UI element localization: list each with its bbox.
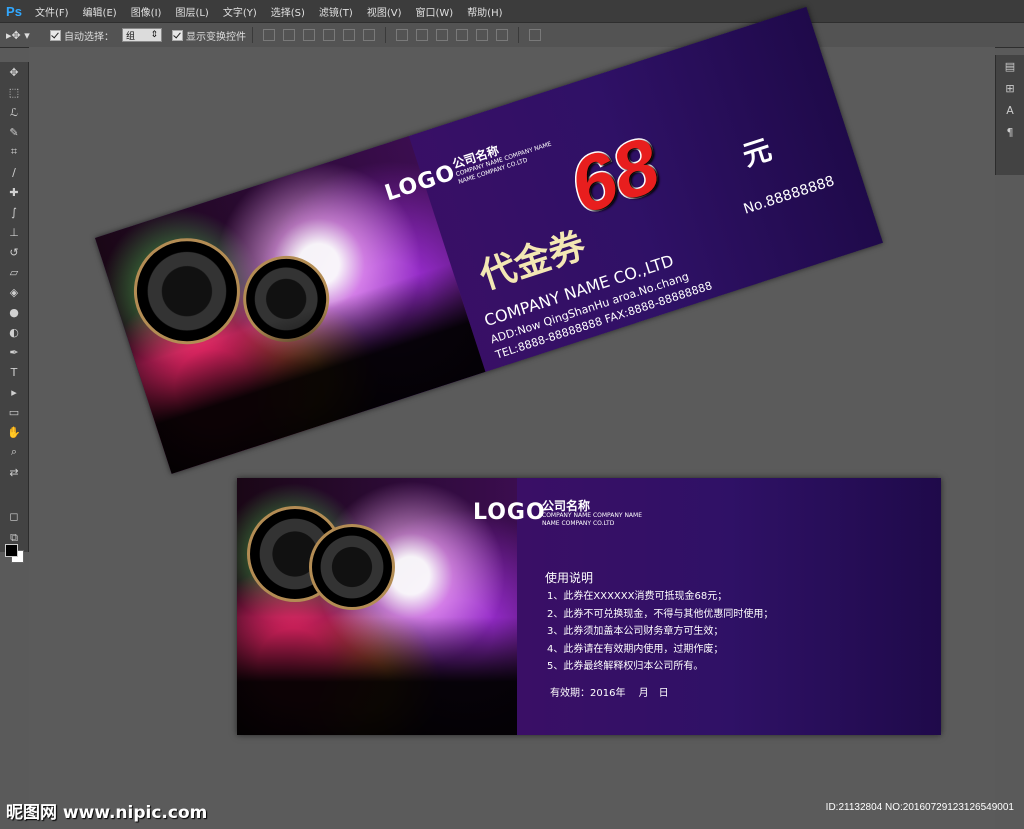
usage-item: 3、此券须加盖本公司财务章方可生效；: [547, 626, 724, 637]
distribute-bottom-icon[interactable]: [436, 29, 448, 41]
chevron-down-icon: ⇕: [150, 30, 158, 40]
pen-tool-icon[interactable]: ✒: [0, 342, 28, 362]
distribute-right-icon[interactable]: [496, 29, 508, 41]
crop-tool-icon[interactable]: ⌗: [0, 142, 28, 162]
menu-window[interactable]: 窗口(W): [415, 4, 453, 19]
company-name-sub-1: COMPANY NAME COMPANY NAME: [542, 512, 643, 519]
blur-tool-icon[interactable]: ●: [0, 302, 28, 322]
path-selection-tool-icon[interactable]: ▸: [0, 382, 28, 402]
marquee-tool-icon[interactable]: ⬚: [0, 82, 28, 102]
usage-item: 1、此券在XXXXXX消费可抵现金68元；: [547, 591, 728, 602]
screen-mode-icon[interactable]: ⧉: [0, 528, 28, 548]
rectangle-tool-icon[interactable]: ▭: [0, 402, 28, 422]
align-right-icon[interactable]: [363, 29, 375, 41]
quick-select-tool-icon[interactable]: ✎: [0, 122, 28, 142]
eyedropper-tool-icon[interactable]: ∕: [0, 162, 28, 182]
menu-select[interactable]: 选择(S): [271, 4, 305, 19]
auto-select-dropdown[interactable]: 组 ⇕: [122, 28, 162, 42]
voucher-back: LOGO 公司名称 COMPANY NAME COMPANY NAME NAME…: [237, 478, 941, 735]
auto-select-checkbox[interactable]: [50, 29, 61, 41]
menu-filter[interactable]: 滤镜(T): [319, 4, 353, 19]
tools-panel: ✥ ⬚ ℒ ✎ ⌗ ∕ ✚ ∫ ⊥ ↺ ▱ ◈ ● ◐ ✒ T ▸ ▭ ✋ ⌕ …: [0, 62, 29, 563]
swap-colors-icon[interactable]: ⇄: [0, 462, 28, 482]
history-panel-icon[interactable]: ▤: [996, 55, 1024, 77]
lasso-tool-icon[interactable]: ℒ: [0, 102, 28, 122]
menu-file[interactable]: 文件(F): [35, 4, 69, 19]
divider: [385, 27, 386, 43]
serial-number: No.88888888: [741, 173, 837, 218]
usage-item: 2、此券不可兑换现金，不得与其他优惠同时使用；: [547, 608, 774, 620]
quick-mask-icon[interactable]: ◻: [0, 506, 28, 526]
company-name-sub-2: NAME COMPANY CO.LTD: [542, 520, 615, 527]
validity-date: 有效期：2016年 月 日: [550, 688, 669, 699]
usage-item: 5、此券最终解释权归本公司所有。: [547, 661, 704, 672]
paragraph-panel-icon[interactable]: ¶: [996, 121, 1024, 143]
align-top-icon[interactable]: [263, 29, 275, 41]
nipic-watermark: 昵图网 www.nipic.com: [6, 803, 208, 823]
healing-brush-tool-icon[interactable]: ✚: [0, 182, 28, 202]
distribute-vcenter-icon[interactable]: [416, 29, 428, 41]
auto-select-label: 自动选择：: [64, 31, 114, 43]
move-tool-preset-icon[interactable]: ▸✥ ▾: [6, 26, 40, 44]
divider: [252, 27, 253, 43]
align-hcenter-icon[interactable]: [343, 29, 355, 41]
align-left-icon[interactable]: [323, 29, 335, 41]
usage-list: 1、此券在XXXXXX消费可抵现金68元； 2、此券不可兑换现金，不得与其他优惠…: [547, 588, 773, 676]
move-tool-icon[interactable]: ✥: [0, 62, 28, 82]
menu-view[interactable]: 视图(V): [367, 4, 402, 19]
zoom-tool-icon[interactable]: ⌕: [0, 442, 28, 462]
align-vcenter-icon[interactable]: [283, 29, 295, 41]
right-panel-dock: ▤ ⊞ A ¶: [995, 55, 1024, 175]
voucher-amount: 68: [558, 119, 671, 233]
distribute-hcenter-icon[interactable]: [476, 29, 488, 41]
menu-image[interactable]: 图像(I): [131, 4, 162, 19]
currency-unit: 元: [738, 132, 776, 173]
logo-text: LOGO: [473, 500, 546, 525]
auto-align-icon[interactable]: [529, 29, 541, 41]
speaker-graphic: [309, 524, 395, 610]
menu-layer[interactable]: 图层(L): [175, 4, 208, 19]
auto-select-value: 组: [126, 31, 136, 42]
history-brush-tool-icon[interactable]: ↺: [0, 242, 28, 262]
character-panel-icon[interactable]: A: [996, 99, 1024, 121]
show-transform-label: 显示变换控件: [186, 31, 246, 43]
menu-type[interactable]: 文字(Y): [223, 4, 257, 19]
type-tool-icon[interactable]: T: [0, 362, 28, 382]
clone-stamp-tool-icon[interactable]: ⊥: [0, 222, 28, 242]
image-id-text: ID:21132804 NO:20160729123126549001: [825, 802, 1014, 813]
dodge-tool-icon[interactable]: ◐: [0, 322, 28, 342]
photoshop-logo: Ps: [6, 3, 22, 19]
hand-tool-icon[interactable]: ✋: [0, 422, 28, 442]
distribute-left-icon[interactable]: [456, 29, 468, 41]
menu-help[interactable]: 帮助(H): [467, 4, 502, 19]
paint-bucket-tool-icon[interactable]: ◈: [0, 282, 28, 302]
align-bottom-icon[interactable]: [303, 29, 315, 41]
show-transform-checkbox[interactable]: [172, 29, 183, 41]
crowd-silhouette: [237, 616, 517, 735]
properties-panel-icon[interactable]: ⊞: [996, 77, 1024, 99]
menu-bar: Ps 文件(F) 编辑(E) 图像(I) 图层(L) 文字(Y) 选择(S) 滤…: [0, 0, 1024, 22]
menu-edit[interactable]: 编辑(E): [83, 4, 117, 19]
eraser-tool-icon[interactable]: ▱: [0, 262, 28, 282]
options-bar: ▸✥ ▾ 自动选择： 组 ⇕ 显示变换控件: [0, 22, 1024, 48]
usage-title: 使用说明: [545, 571, 594, 585]
divider: [518, 27, 519, 43]
distribute-top-icon[interactable]: [396, 29, 408, 41]
usage-item: 4、此券请在有效期内使用，过期作废；: [547, 643, 724, 655]
brush-tool-icon[interactable]: ∫: [0, 202, 28, 222]
